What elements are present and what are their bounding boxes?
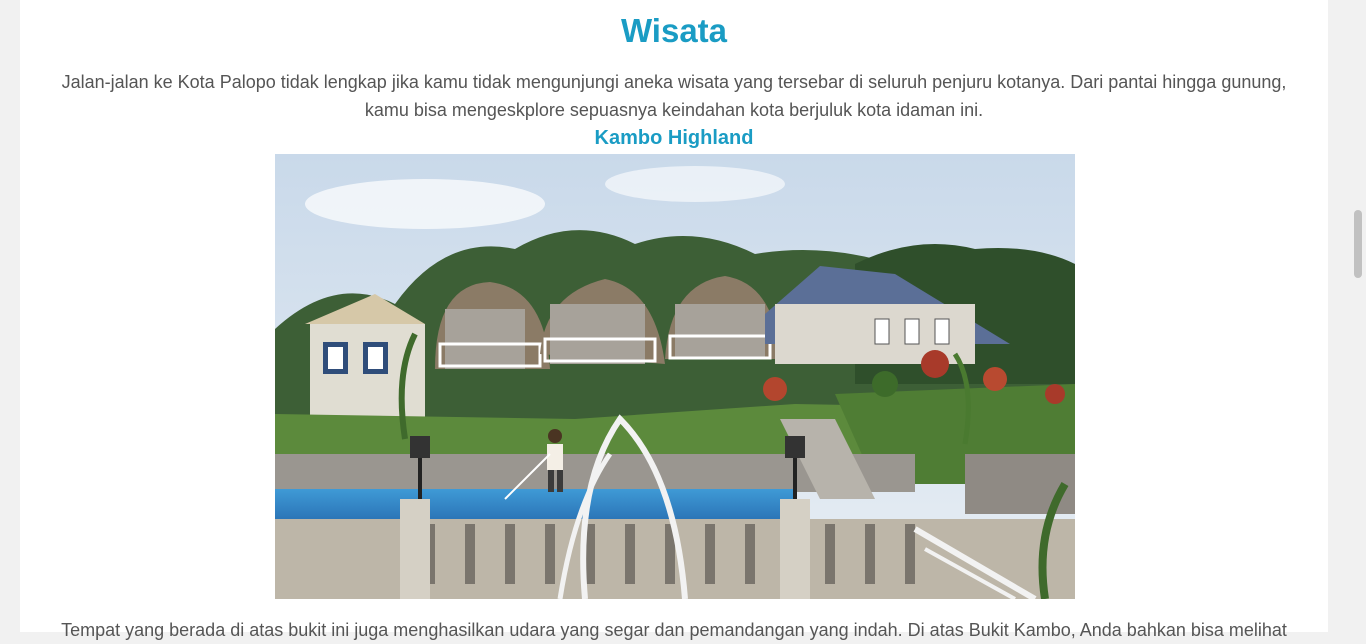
destination-description: Tempat yang berada di atas bukit ini jug… xyxy=(61,620,1287,640)
kambo-highland-photo xyxy=(275,154,1075,599)
scrollbar-thumb[interactable] xyxy=(1354,210,1362,278)
section-title: Wisata xyxy=(620,12,728,49)
section-intro: Jalan-jalan ke Kota Palopo tidak lengkap… xyxy=(61,72,1287,120)
vertical-scrollbar[interactable] xyxy=(1349,0,1366,632)
destination-title: Kambo Highland xyxy=(594,127,754,149)
article-content: Wisata Jalan-jalan ke Kota Palopo tidak … xyxy=(20,0,1328,640)
